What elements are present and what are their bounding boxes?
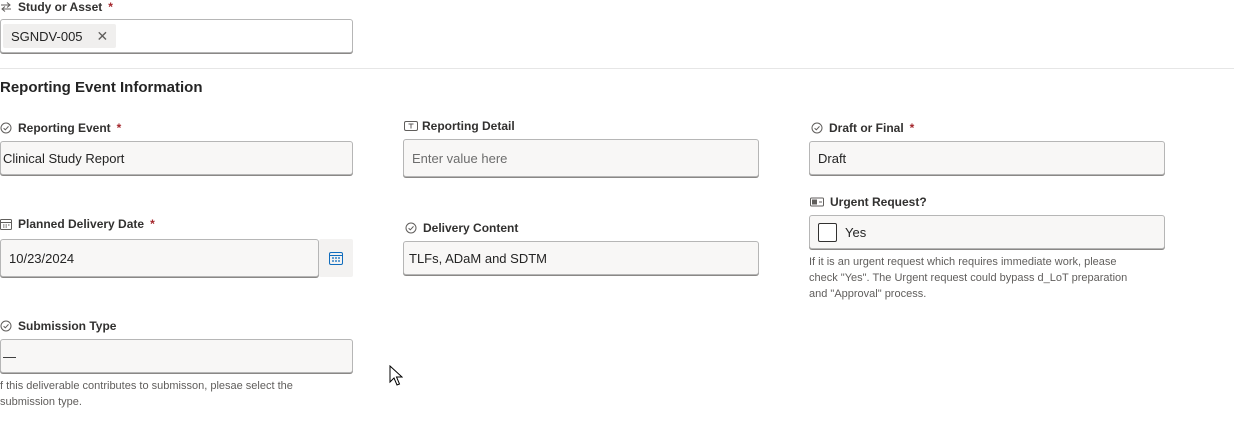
check-circle-icon	[811, 122, 823, 134]
urgent-request-label: Urgent Request?	[810, 195, 927, 209]
study-or-asset-label: Study or Asset *	[0, 0, 113, 14]
section-title: Reporting Event Information	[0, 79, 203, 96]
section-divider	[0, 68, 1234, 69]
check-circle-icon	[0, 122, 12, 134]
draft-or-final-label: Draft or Final *	[811, 121, 914, 135]
toggle-icon	[810, 196, 824, 208]
submission-type-label: Submission Type	[0, 319, 116, 333]
delivery-content-field[interactable]: TLFs, ADaM and SDTM	[403, 241, 759, 275]
chip-remove-icon[interactable]: ✕	[97, 28, 109, 45]
submission-type-help-text: f this deliverable contributes to submis…	[0, 380, 293, 408]
calendar-icon	[0, 218, 12, 230]
reporting-detail-input[interactable]: Enter value here	[403, 139, 759, 177]
swap-arrows-icon	[0, 1, 12, 13]
date-picker-button[interactable]	[319, 239, 353, 277]
reporting-event-field[interactable]: Clinical Study Report	[0, 141, 353, 175]
reporting-event-label: Reporting Event *	[0, 121, 121, 135]
study-chip-label: SGNDV-005	[11, 28, 83, 44]
check-circle-icon	[405, 222, 417, 234]
urgent-checkbox[interactable]	[818, 222, 837, 242]
reporting-detail-label: Reporting Detail	[404, 119, 515, 133]
urgent-request-field[interactable]: Yes	[809, 215, 1165, 249]
calendar-icon	[329, 251, 343, 265]
study-or-asset-field[interactable]: SGNDV-005 ✕	[0, 19, 353, 53]
urgent-help-text: If it is an urgent request which require…	[809, 256, 1128, 300]
check-circle-icon	[0, 320, 12, 332]
submission-type-field[interactable]: —	[0, 339, 353, 373]
mouse-pointer-icon	[389, 364, 404, 387]
text-field-icon	[404, 120, 418, 132]
draft-or-final-field[interactable]: Draft	[809, 141, 1165, 175]
delivery-content-label: Delivery Content	[405, 221, 518, 235]
planned-delivery-date-input[interactable]: 10/23/2024	[0, 239, 319, 277]
urgent-checkbox-label: Yes	[845, 224, 867, 240]
planned-delivery-date-label: Planned Delivery Date *	[0, 217, 155, 231]
study-chip: SGNDV-005 ✕	[3, 24, 117, 48]
